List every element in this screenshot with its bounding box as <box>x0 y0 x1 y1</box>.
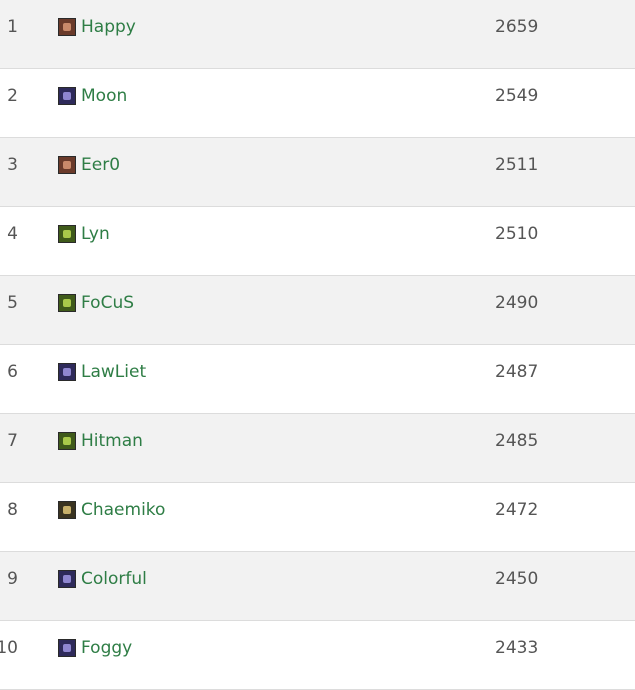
human-hero-icon <box>58 156 76 174</box>
rankings-table: 1 Happy 2659 2 Moon 2549 3 Eer0 2511 4 L… <box>0 0 635 690</box>
table-row: 5 FoCuS 2490 <box>0 276 635 345</box>
player-link[interactable]: FoCuS <box>58 293 134 313</box>
rating-score: 2433 <box>495 638 539 658</box>
rank-number: 3 <box>7 155 18 175</box>
player-name[interactable]: FoCuS <box>81 293 134 313</box>
orc-hero-icon <box>58 432 76 450</box>
player-link[interactable]: LawLiet <box>58 362 146 382</box>
rating-score: 2549 <box>495 86 539 106</box>
table-row: 2 Moon 2549 <box>0 69 635 138</box>
rank-number: 6 <box>7 362 18 382</box>
table-row: 4 Lyn 2510 <box>0 207 635 276</box>
player-name[interactable]: Chaemiko <box>81 500 165 520</box>
table-row: 9 Colorful 2450 <box>0 552 635 621</box>
rank-number: 4 <box>7 224 18 244</box>
player-name[interactable]: Lyn <box>81 224 110 244</box>
player-link[interactable]: Moon <box>58 86 127 106</box>
table-row: 1 Happy 2659 <box>0 0 635 69</box>
rank-number: 5 <box>7 293 18 313</box>
player-link[interactable]: Chaemiko <box>58 500 165 520</box>
undead-hero-icon <box>58 363 76 381</box>
rating-score: 2511 <box>495 155 539 175</box>
rank-number: 2 <box>7 86 18 106</box>
player-link[interactable]: Happy <box>58 17 136 37</box>
undead-hero-icon <box>58 570 76 588</box>
rating-score: 2510 <box>495 224 539 244</box>
rating-score: 2485 <box>495 431 539 451</box>
player-link[interactable]: Hitman <box>58 431 143 451</box>
player-link[interactable]: Eer0 <box>58 155 120 175</box>
player-name[interactable]: Eer0 <box>81 155 120 175</box>
player-name[interactable]: Hitman <box>81 431 143 451</box>
orc-hero-icon <box>58 225 76 243</box>
table-row: 10 Foggy 2433 <box>0 621 635 690</box>
player-link[interactable]: Lyn <box>58 224 110 244</box>
rank-number: 8 <box>7 500 18 520</box>
player-link[interactable]: Foggy <box>58 638 132 658</box>
human-hero-icon <box>58 18 76 36</box>
player-name[interactable]: Foggy <box>81 638 132 658</box>
nightelf-hero-icon <box>58 501 76 519</box>
table-row: 8 Chaemiko 2472 <box>0 483 635 552</box>
undead-hero-icon <box>58 639 76 657</box>
table-row: 3 Eer0 2511 <box>0 138 635 207</box>
table-row: 6 LawLiet 2487 <box>0 345 635 414</box>
table-row: 7 Hitman 2485 <box>0 414 635 483</box>
rating-score: 2472 <box>495 500 539 520</box>
player-name[interactable]: Colorful <box>81 569 147 589</box>
rank-number: 1 <box>7 17 18 37</box>
rating-score: 2490 <box>495 293 539 313</box>
rating-score: 2487 <box>495 362 539 382</box>
orc-hero-icon <box>58 294 76 312</box>
rating-score: 2659 <box>495 17 539 37</box>
player-name[interactable]: Happy <box>81 17 136 37</box>
player-name[interactable]: Moon <box>81 86 127 106</box>
player-name[interactable]: LawLiet <box>81 362 146 382</box>
rank-number: 10 <box>0 638 18 658</box>
undead-hero-icon <box>58 87 76 105</box>
player-link[interactable]: Colorful <box>58 569 147 589</box>
rating-score: 2450 <box>495 569 539 589</box>
rank-number: 9 <box>7 569 18 589</box>
rank-number: 7 <box>7 431 18 451</box>
